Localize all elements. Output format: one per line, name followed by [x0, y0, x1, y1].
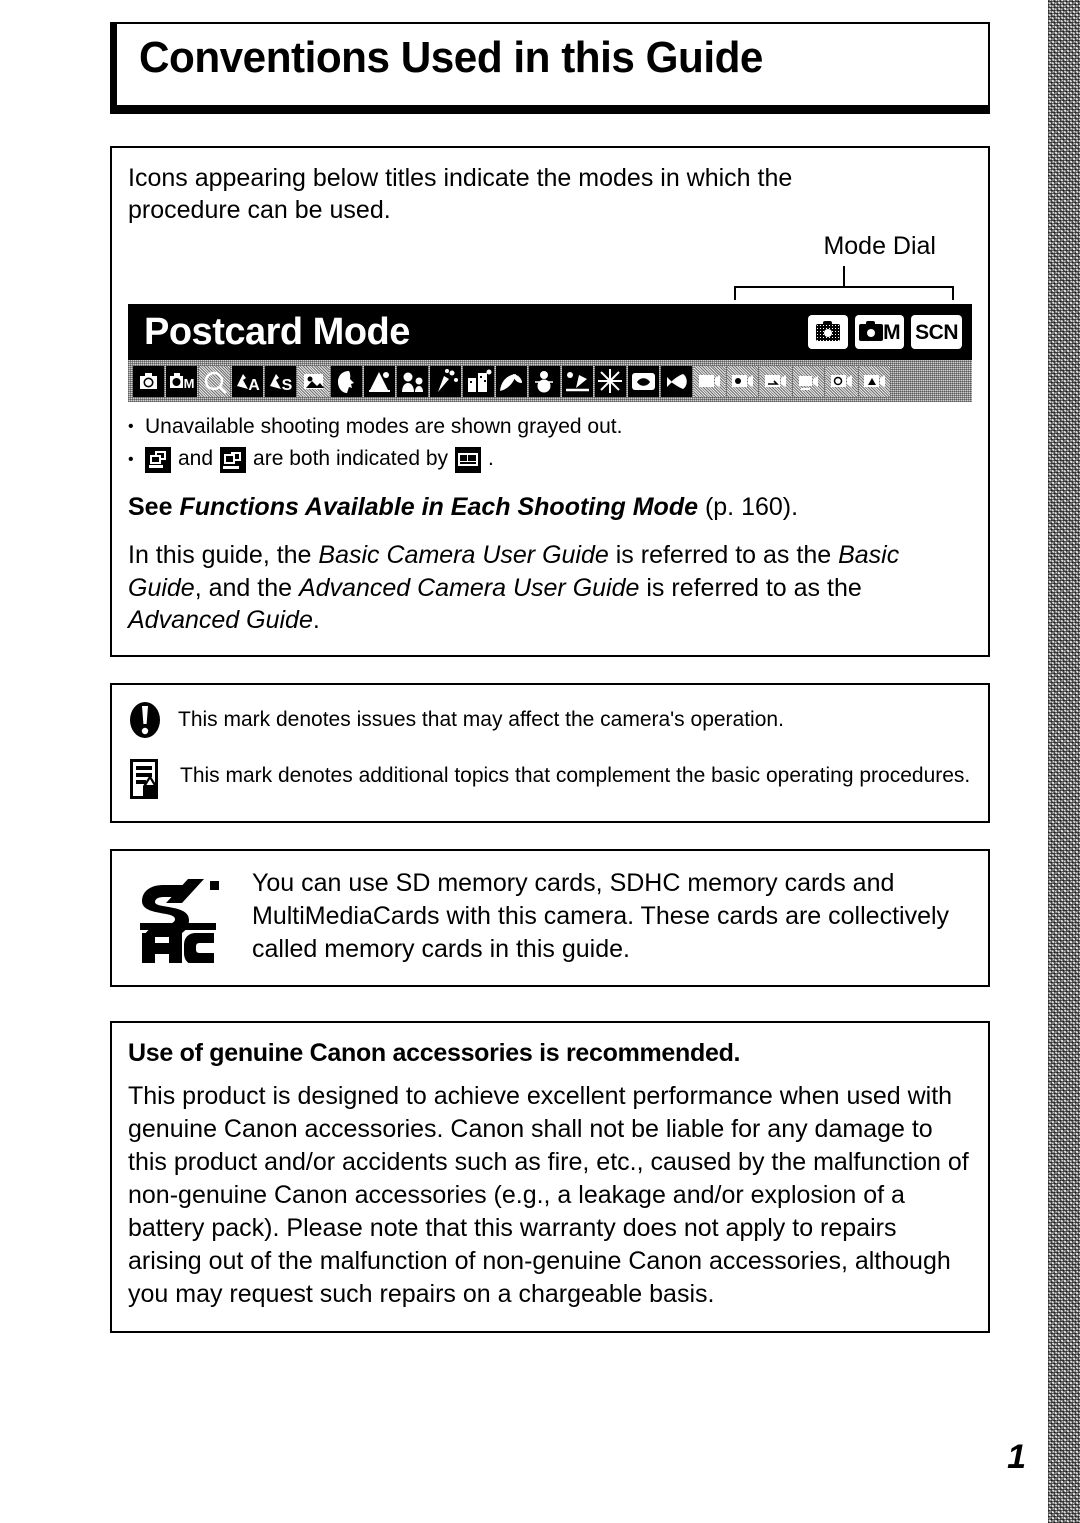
mode-badge-group: M SCN — [808, 315, 962, 349]
movie-color-swap-icon — [760, 365, 791, 397]
canon-accessories-heading: Use of genuine Canon accessories is reco… — [128, 1038, 741, 1067]
scene-mode-badge: SCN — [911, 315, 962, 349]
camera-auto-icon — [816, 320, 841, 341]
guide-text-e: , and the — [194, 573, 299, 602]
manual-mode-badge-label: M — [883, 320, 901, 344]
snow-icon — [529, 365, 560, 397]
guide-text-g: is referred to as the — [639, 573, 862, 602]
guide-text-h: Advanced Guide — [128, 606, 313, 635]
sdhc-logo-icon — [140, 878, 219, 963]
auto-mode-badge — [808, 315, 849, 349]
foliage-icon — [496, 365, 527, 397]
night-scene-icon — [463, 365, 494, 397]
sample-section-banner: Postcard Mode M SCN — [128, 304, 972, 360]
shooting-mode-icon-strip: MAS — [128, 360, 972, 402]
bullet-combine-mid: are both indicated by — [253, 447, 449, 471]
page-content: Conventions Used in this Guide Icons app… — [110, 0, 990, 1333]
memory-card-text: You can use SD memory cards, SDHC memory… — [252, 868, 950, 964]
page-edge-thumb-band — [1048, 0, 1080, 1523]
guide-text-a: In this guide, the — [128, 541, 319, 570]
see-suffix: (p. 160). — [698, 492, 799, 521]
memo-note-text: This mark denotes additional topics that… — [180, 763, 971, 787]
camera-manual-m-icon: M — [166, 365, 197, 397]
continuous-shooting-icon — [145, 446, 171, 473]
page-title: Conventions Used in this Guide — [139, 33, 763, 82]
svg-text:M: M — [184, 376, 195, 391]
bullet-combine-end: . — [488, 447, 494, 471]
memo-pencil-icon — [130, 758, 158, 799]
sample-banner-title: Postcard Mode — [144, 310, 410, 353]
bullet-continuous-note: • and are both indicated by . — [128, 444, 972, 474]
guide-text-b: Basic Camera User Guide — [318, 541, 609, 570]
memo-note-row: This mark denotes additional topics that… — [128, 757, 972, 803]
icon-legend-box: Icons appearing below titles indicate th… — [110, 146, 990, 657]
mode-dial-leader-line — [843, 266, 845, 288]
mode-dial-label: Mode Dial — [823, 232, 936, 260]
continuous-shooting-af-icon — [220, 446, 247, 473]
page-title-box: Conventions Used in this Guide — [110, 22, 990, 114]
memory-card-box: You can use SD memory cards, SDHC memory… — [110, 848, 990, 987]
bullet-marker: • — [128, 450, 134, 468]
canon-accessories-box: Use of genuine Canon accessories is reco… — [110, 1020, 990, 1333]
canon-accessories-body: This product is designed to achieve exce… — [128, 1081, 969, 1308]
special-scene-icon — [298, 365, 329, 397]
see-prefix: See — [128, 492, 180, 521]
movie-compact-icon — [793, 365, 824, 397]
mark-legend-box: This mark denotes issues that may affect… — [110, 682, 990, 823]
beach-icon — [562, 365, 593, 397]
guide-text-i: . — [312, 606, 320, 635]
combined-continuous-icon — [455, 446, 482, 473]
scene-mode-badge-label: SCN — [915, 320, 958, 344]
camera-auto-icon — [133, 365, 164, 397]
underwater-icon — [661, 365, 692, 397]
portrait-a-icon: A — [232, 365, 263, 397]
mode-dial-bracket — [734, 286, 954, 300]
page-number: 1 — [1007, 1438, 1026, 1476]
indoor-party-icon — [430, 365, 461, 397]
bullet-marker: • — [128, 418, 134, 436]
see-title: Functions Available in Each Shooting Mod… — [179, 492, 698, 521]
bullet-grayed-note: • Unavailable shooting modes are shown g… — [128, 412, 972, 442]
intro-text: Icons appearing below titles indicate th… — [128, 164, 793, 224]
bullet-combine-pre: and — [178, 447, 214, 471]
camera-icon — [859, 320, 884, 341]
kids-and-pets-icon — [397, 365, 428, 397]
see-reference-line: See Functions Available in Each Shooting… — [128, 491, 972, 524]
warning-note-text: This mark denotes issues that may affect… — [178, 707, 784, 731]
portrait-head-icon — [331, 365, 362, 397]
svg-text:S: S — [282, 377, 293, 394]
digital-macro-icon — [199, 365, 230, 397]
guide-text-c: is referred to as the — [608, 541, 839, 570]
movie-my-colors-icon — [859, 365, 890, 397]
guide-naming-paragraph: In this guide, the Basic Camera User Gui… — [128, 539, 972, 637]
movie-color-accent-icon — [727, 365, 758, 397]
bullet-grayed-note-text: Unavailable shooting modes are shown gra… — [145, 415, 623, 438]
legend-bullet-list: • Unavailable shooting modes are shown g… — [128, 412, 972, 475]
aquarium-icon — [628, 365, 659, 397]
manual-mode-badge: M — [855, 315, 905, 349]
fireworks-icon — [595, 365, 626, 397]
movie-time-lapse-icon — [826, 365, 857, 397]
svg-text:A: A — [248, 377, 260, 394]
guide-text-f: Advanced Camera User Guide — [298, 573, 640, 602]
warning-note-row: This mark denotes issues that may affect… — [128, 701, 972, 739]
mode-dial-callout: Mode Dial — [128, 226, 972, 304]
warning-exclamation-icon — [130, 701, 160, 738]
portrait-s-icon: S — [265, 365, 296, 397]
movie-standard-icon — [694, 365, 725, 397]
night-snapshot-icon — [364, 365, 395, 397]
